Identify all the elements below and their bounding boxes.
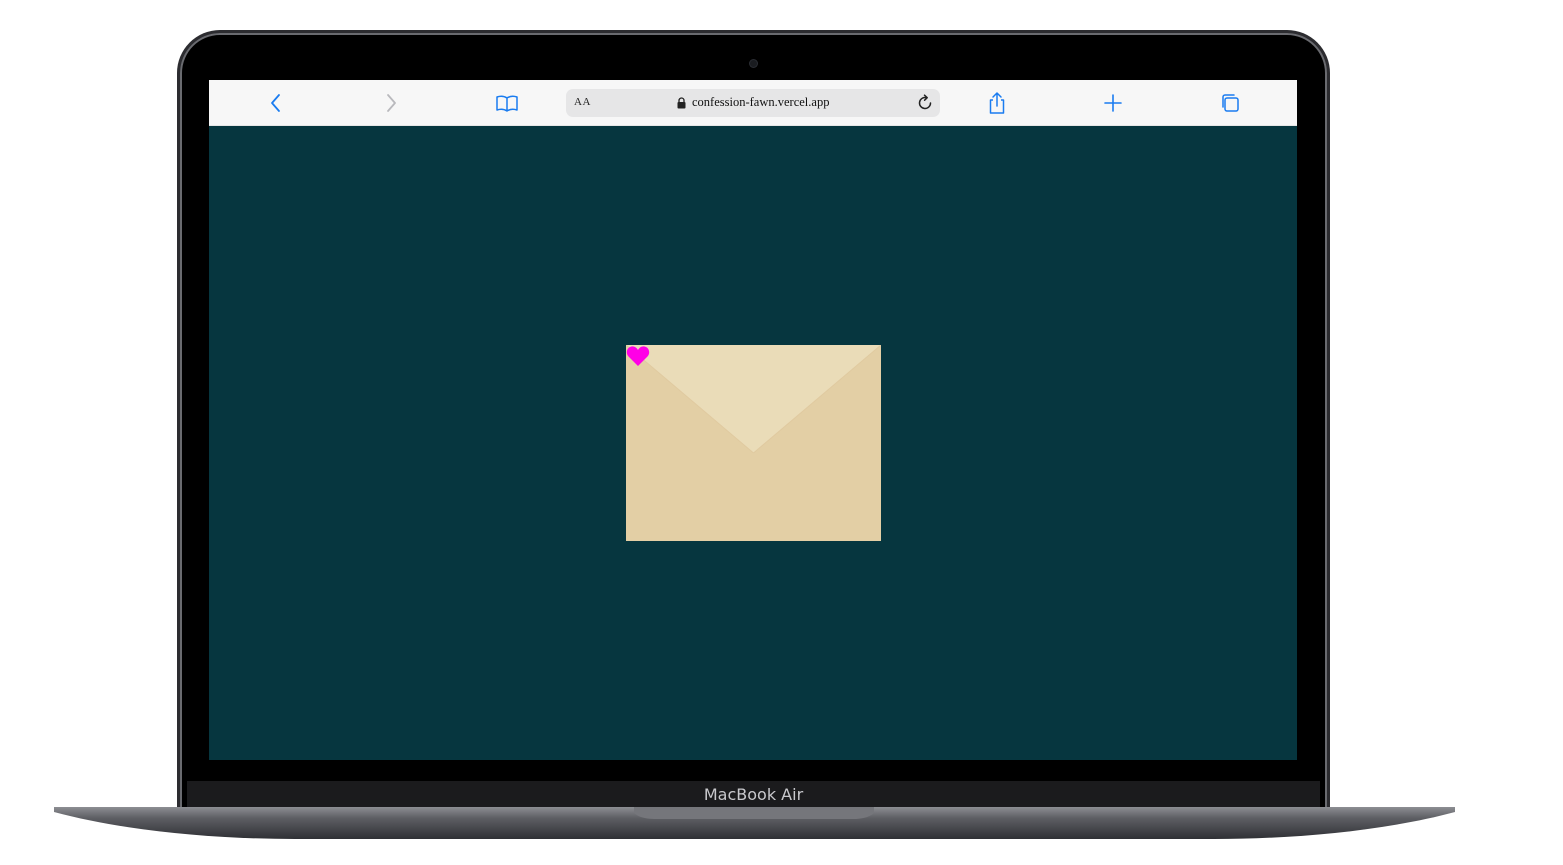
browser-screen: AA confession-fawn.vercel.app	[209, 80, 1297, 760]
envelope[interactable]	[626, 345, 881, 541]
url-text: confession-fawn.vercel.app	[692, 95, 830, 109]
bookmarks-icon	[496, 95, 518, 112]
back-icon	[271, 94, 280, 112]
envelope-flap	[626, 345, 881, 454]
reader-mode-button[interactable]: AA	[574, 96, 591, 108]
device-label: MacBook Air	[703, 785, 804, 804]
laptop-hinge: MacBook Air	[187, 781, 1320, 808]
bookmarks-button[interactable]	[494, 90, 520, 116]
heart-seal-icon[interactable]	[626, 345, 650, 367]
forward-icon	[387, 94, 396, 112]
url-display[interactable]: confession-fawn.vercel.app	[677, 95, 829, 110]
macbook-mockup: AA confession-fawn.vercel.app MacBook Ai…	[0, 0, 1563, 865]
new-tab-icon	[1104, 94, 1122, 112]
share-icon	[989, 92, 1005, 114]
camera	[750, 60, 757, 67]
new-tab-button[interactable]	[1100, 90, 1126, 116]
reload-button[interactable]	[915, 93, 935, 113]
laptop-base	[54, 807, 1455, 839]
share-button[interactable]	[984, 90, 1010, 116]
forward-button[interactable]	[378, 90, 404, 116]
address-bar[interactable]: AA confession-fawn.vercel.app	[566, 89, 940, 117]
reload-icon	[918, 94, 932, 110]
tabs-icon	[1222, 94, 1239, 112]
tabs-overview-button[interactable]	[1217, 90, 1243, 116]
safari-toolbar: AA confession-fawn.vercel.app	[209, 80, 1297, 126]
lock-icon	[677, 96, 686, 108]
back-button[interactable]	[263, 90, 289, 116]
